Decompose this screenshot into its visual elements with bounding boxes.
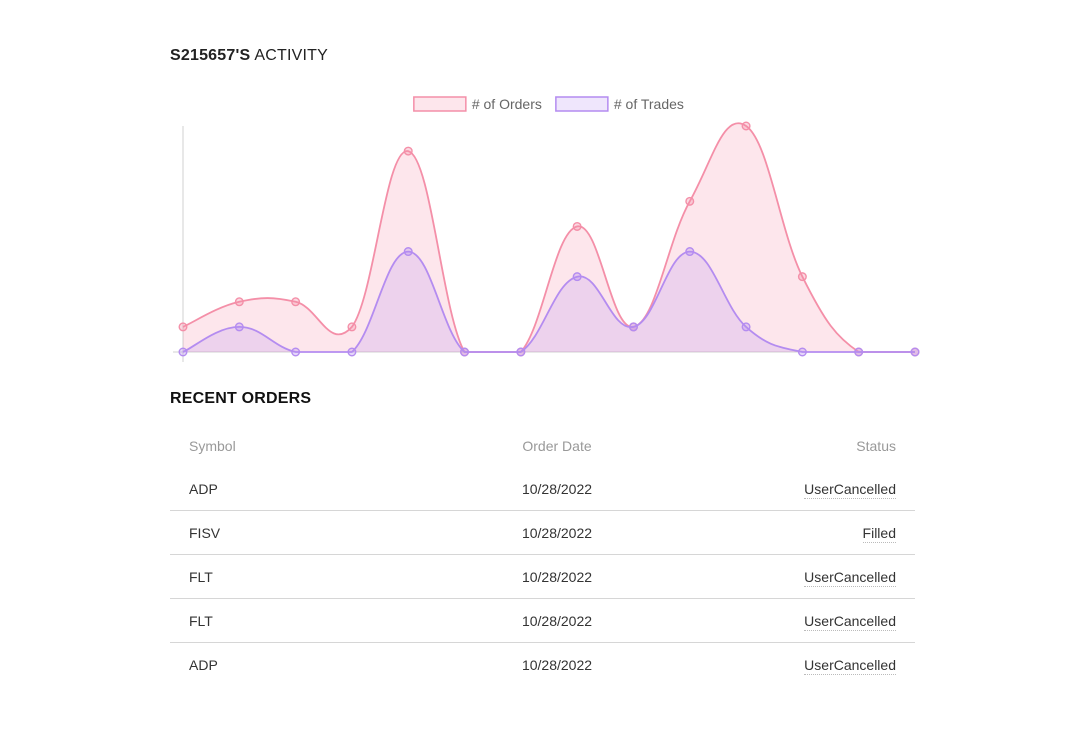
data-point (685, 196, 695, 206)
data-point (741, 121, 751, 131)
order-status[interactable]: UserCancelled (804, 480, 896, 499)
legend-swatch (555, 96, 609, 112)
order-symbol: ADP (170, 467, 438, 511)
table-row: FLT 10/28/2022 UserCancelled (170, 554, 915, 599)
data-point (403, 247, 413, 257)
activity-chart: # of Orders # of Trades (0, 85, 1086, 375)
order-date: 10/28/2022 (438, 554, 676, 599)
recent-orders-title: RECENT ORDERS (170, 390, 312, 407)
data-point (347, 347, 357, 357)
column-header-status: Status (856, 438, 896, 454)
legend-item: # of Orders (413, 96, 542, 112)
activity-suffix: ACTIVITY (254, 47, 328, 64)
data-point (628, 322, 638, 332)
legend-label: # of Orders (472, 96, 542, 112)
order-date: 10/28/2022 (521, 656, 593, 673)
table-header-row: Symbol Order Date Status (170, 425, 915, 467)
data-point (572, 272, 582, 282)
order-date: 10/28/2022 (438, 510, 676, 555)
activity-user: S215657'S (170, 47, 251, 64)
order-status[interactable]: UserCancelled (804, 656, 896, 675)
chart-legend: # of Orders # of Trades (413, 96, 684, 112)
data-point (347, 322, 357, 332)
order-date: 10/28/2022 (438, 598, 676, 643)
data-point (460, 347, 470, 357)
data-point (741, 322, 751, 332)
data-point (178, 347, 188, 357)
table-row: FISV 10/28/2022 Filled (170, 510, 915, 555)
order-status[interactable]: Filled (862, 524, 896, 543)
order-date: 10/28/2022 (438, 467, 676, 511)
data-point (797, 272, 807, 282)
order-status[interactable]: UserCancelled (804, 612, 896, 631)
order-symbol: ADP (189, 656, 218, 673)
order-symbol: FISV (170, 510, 438, 555)
table-row: ADP 10/28/2022 UserCancelled (170, 643, 915, 687)
recent-orders-table: Symbol Order Date Status ADP 10/28/2022 … (170, 425, 915, 686)
data-point (910, 347, 920, 357)
order-symbol: FLT (170, 598, 438, 643)
legend-item: # of Trades (555, 96, 684, 112)
page: S215657'S ACTIVITY # of Orders # of Trades… (0, 0, 1086, 730)
data-point (178, 322, 188, 332)
data-point (572, 221, 582, 231)
legend-label: # of Trades (614, 96, 684, 112)
chart-series (178, 121, 920, 357)
data-point (516, 347, 526, 357)
data-point (234, 322, 244, 332)
order-status[interactable]: UserCancelled (804, 568, 896, 587)
activity-chart-svg: # of Orders # of Trades (173, 96, 920, 362)
data-point (685, 247, 695, 257)
table-row: FLT 10/28/2022 UserCancelled (170, 598, 915, 643)
legend-swatch (413, 96, 467, 112)
data-point (797, 347, 807, 357)
order-symbol: FLT (170, 554, 438, 599)
data-point (854, 347, 864, 357)
data-point (403, 146, 413, 156)
column-header-symbol: Symbol (189, 438, 236, 454)
column-header-order-date: Order Date (522, 438, 592, 454)
data-point (234, 297, 244, 307)
data-point (291, 347, 301, 357)
table-row: ADP 10/28/2022 UserCancelled (170, 467, 915, 511)
data-point (291, 297, 301, 307)
activity-title: S215657'S ACTIVITY (170, 47, 328, 65)
